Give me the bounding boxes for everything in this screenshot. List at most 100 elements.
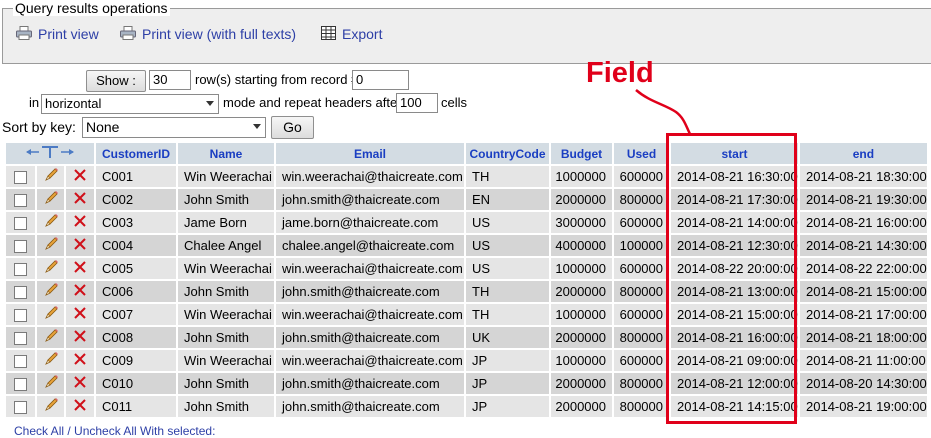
delete-cell[interactable] (66, 258, 94, 279)
show-button[interactable]: Show : (86, 70, 146, 92)
column-header-budget[interactable]: Budget (551, 143, 612, 164)
delete-cell[interactable] (66, 235, 94, 256)
edit-cell[interactable] (37, 373, 64, 394)
row-checkbox-cell[interactable] (6, 350, 35, 371)
edit-cell[interactable] (37, 189, 64, 210)
row-checkbox[interactable] (14, 286, 27, 300)
column-header-name[interactable]: Name (178, 143, 274, 164)
edit-pencil-icon[interactable] (43, 190, 59, 206)
repeat-headers-input[interactable]: 100 (396, 93, 438, 113)
go-button[interactable]: Go (271, 116, 314, 139)
delete-x-icon[interactable] (73, 168, 87, 182)
row-checkbox-cell[interactable] (6, 304, 35, 325)
sort-key-value: None (86, 119, 120, 135)
edit-pencil-icon[interactable] (43, 351, 59, 367)
row-checkbox-cell[interactable] (6, 258, 35, 279)
delete-x-icon[interactable] (73, 375, 87, 389)
delete-cell[interactable] (66, 281, 94, 302)
row-checkbox-cell[interactable] (6, 373, 35, 394)
row-checkbox[interactable] (14, 355, 27, 369)
row-checkbox-cell[interactable] (6, 189, 35, 210)
column-header-email[interactable]: Email (276, 143, 464, 164)
delete-cell[interactable] (66, 212, 94, 233)
edit-cell[interactable] (37, 304, 64, 325)
export-link[interactable]: Export (321, 25, 382, 43)
cell-end: 2014-08-21 16:00:00 (800, 212, 927, 233)
row-checkbox-cell[interactable] (6, 327, 35, 348)
delete-x-icon[interactable] (73, 260, 87, 274)
row-checkbox[interactable] (14, 240, 27, 254)
column-header-countrycode[interactable]: CountryCode (466, 143, 549, 164)
column-arrows-header[interactable] (6, 143, 94, 164)
row-checkbox-cell[interactable] (6, 396, 35, 417)
edit-pencil-icon[interactable] (43, 213, 59, 229)
edit-cell[interactable] (37, 258, 64, 279)
edit-pencil-icon[interactable] (43, 167, 59, 183)
delete-x-icon[interactable] (73, 237, 87, 251)
rows-count-input[interactable]: 30 (149, 70, 191, 90)
delete-x-icon[interactable] (73, 191, 87, 205)
delete-cell[interactable] (66, 327, 94, 348)
cell-start: 2014-08-21 12:30:00 (671, 235, 798, 256)
display-mode-select[interactable]: horizontal (41, 94, 219, 114)
edit-pencil-icon[interactable] (43, 305, 59, 321)
edit-cell[interactable] (37, 327, 64, 348)
row-checkbox-cell[interactable] (6, 235, 35, 256)
delete-cell[interactable] (66, 350, 94, 371)
query-results-operations: Query results operations Print view Prin… (2, 0, 931, 64)
delete-x-icon[interactable] (73, 306, 87, 320)
display-mode-value: horizontal (45, 96, 102, 111)
delete-cell[interactable] (66, 166, 94, 187)
column-header-start[interactable]: start (671, 143, 798, 164)
row-checkbox[interactable] (14, 378, 27, 392)
delete-x-icon[interactable] (73, 329, 87, 343)
delete-cell[interactable] (66, 396, 94, 417)
delete-cell[interactable] (66, 189, 94, 210)
row-checkbox[interactable] (14, 217, 27, 231)
row-checkbox-cell[interactable] (6, 166, 35, 187)
edit-pencil-icon[interactable] (43, 328, 59, 344)
cell-budget: 2000000 (551, 189, 612, 210)
print-view-full-link[interactable]: Print view (with full texts) (120, 25, 296, 43)
row-checkbox[interactable] (14, 401, 27, 415)
cell-budget: 3000000 (551, 212, 612, 233)
edit-cell[interactable] (37, 166, 64, 187)
delete-cell[interactable] (66, 373, 94, 394)
edit-pencil-icon[interactable] (43, 374, 59, 390)
bulk-actions-row[interactable]: Check All / Uncheck All With selected: (14, 424, 215, 438)
column-header-customerid[interactable]: CustomerID (96, 143, 176, 164)
edit-cell[interactable] (37, 212, 64, 233)
delete-x-icon[interactable] (73, 283, 87, 297)
row-checkbox[interactable] (14, 263, 27, 277)
row-checkbox-cell[interactable] (6, 281, 35, 302)
delete-x-icon[interactable] (73, 398, 87, 412)
row-checkbox[interactable] (14, 171, 27, 185)
row-checkbox-cell[interactable] (6, 212, 35, 233)
print-view-link[interactable]: Print view (16, 25, 99, 43)
delete-cell[interactable] (66, 304, 94, 325)
cell-used: 600000 (614, 350, 669, 371)
row-checkbox[interactable] (14, 332, 27, 346)
column-header-end[interactable]: end (800, 143, 927, 164)
edit-pencil-icon[interactable] (43, 259, 59, 275)
sort-key-select[interactable]: None (82, 117, 266, 138)
edit-cell[interactable] (37, 281, 64, 302)
row-checkbox[interactable] (14, 309, 27, 323)
edit-pencil-icon[interactable] (43, 397, 59, 413)
start-record-input[interactable]: 0 (352, 70, 409, 90)
delete-x-icon[interactable] (73, 214, 87, 228)
edit-cell[interactable] (37, 396, 64, 417)
column-header-used[interactable]: Used (614, 143, 669, 164)
edit-cell[interactable] (37, 235, 64, 256)
row-checkbox[interactable] (14, 194, 27, 208)
cell-email: john.smith@thaicreate.com (276, 396, 464, 417)
cell-end: 2014-08-22 22:00:00 (800, 258, 927, 279)
edit-pencil-icon[interactable] (43, 282, 59, 298)
edit-pencil-icon[interactable] (43, 236, 59, 252)
cell-customerid: C005 (96, 258, 176, 279)
delete-x-icon[interactable] (73, 352, 87, 366)
cell-budget: 1000000 (551, 304, 612, 325)
edit-cell[interactable] (37, 350, 64, 371)
cell-end: 2014-08-21 17:00:00 (800, 304, 927, 325)
cell-end: 2014-08-21 18:30:00 (800, 166, 927, 187)
